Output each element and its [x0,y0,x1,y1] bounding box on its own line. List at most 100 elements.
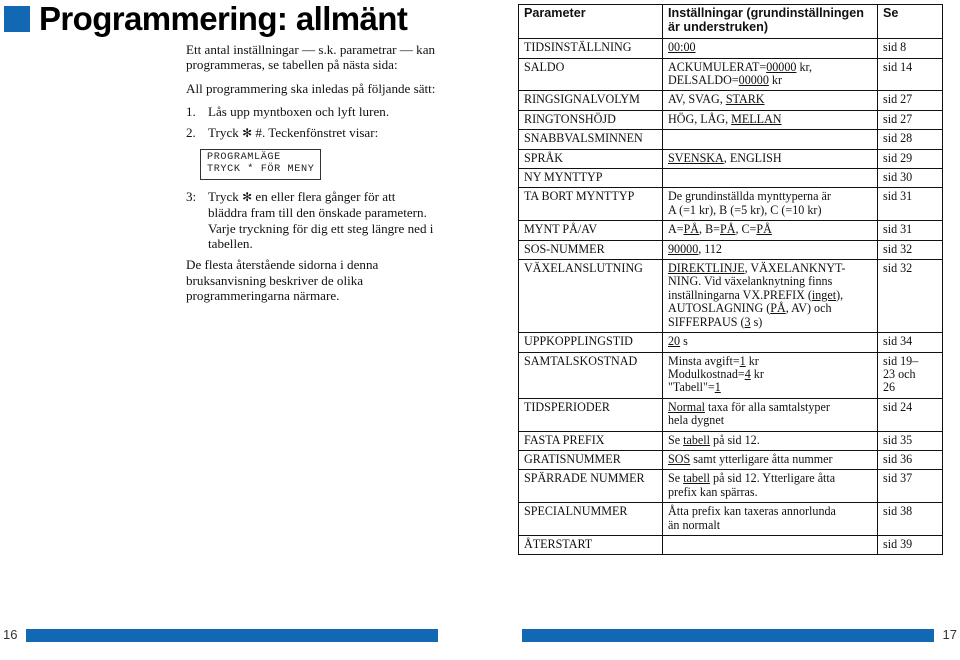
table-row: SAMTALSKOSTNAD Minsta avgift=1 kr Modulkos… [518,351,943,399]
step-number: 1. [186,103,196,119]
table-row: SALDO ACKUMULERAT=00000 kr, DELSALDO=00000… [518,57,943,92]
cell-settings: Se tabell på sid 12. Ytterligare åtta pre… [662,469,878,504]
page-number-right: 17 [942,627,957,642]
cell-see-page: sid 32 [877,239,943,261]
cell-settings [662,129,878,150]
intro-paragraph-2: All programmering ska inledas på följand… [186,80,436,96]
cell-parameter: SOS-NUMMER [518,239,663,261]
table-row: RINGTONSHÖJD HÖG, LÅG, MELLAN sid 27 [518,109,943,131]
table-header-row: Parameter Inställningar (grundinställnin… [518,3,943,40]
footer-rule-right [522,629,934,642]
cell-parameter: NY MYNTTYP [518,168,663,189]
table-row: UPPKOPPLINGSTID 20 s sid 34 [518,332,943,353]
cell-settings: SOS samt ytterligare åtta nummer [662,449,878,471]
intro-paragraph-1: Ett antal inställningar — s.k. parametra… [186,42,436,73]
cell-see-page: sid 27 [877,109,943,131]
cell-see-page: sid 35 [877,430,943,451]
table-row: MYNT PÅ/AV A=PÅ, B=PÅ, C=PÅ sid 31 [518,220,943,241]
list-item: 1. Lås upp myntboxen och lyft luren. [186,104,436,119]
cell-parameter: TA BORT MYNTTYP [518,187,663,222]
table-row: SNABBVALSMINNEN sid 28 [518,129,943,150]
cell-parameter: VÄXELANSLUTNING [518,259,663,334]
cell-parameter: SPRÅK [518,148,663,170]
cell-see-page: sid 29 [877,148,943,170]
footer-right: 17 [480,627,960,642]
table-row: ÅTERSTART sid 39 [518,534,943,556]
table-row: GRATISNUMMER SOS samt ytterligare åtta nu… [518,449,943,471]
cell-see-page: sid 38 [877,502,943,536]
table-row: TA BORT MYNTTYP De grundinställda mynttyp… [518,187,943,222]
step-text-before: Tryck [208,189,243,205]
list-item: 2. Tryck ✻ #. Teckenfönstret visar: [186,125,436,141]
cell-settings: 00:00 [662,38,878,59]
cell-settings: A=PÅ, B=PÅ, C=PÅ [662,220,878,241]
step-text-before: Tryck [208,125,243,141]
procedure-steps-continued: 3: Tryck ✻ en eller flera gånger för att… [186,189,436,251]
cell-see-page: sid 28 [877,129,943,150]
cell-settings: Normal taxa för alla samtalstyper hela dy… [662,397,878,432]
cell-settings: SVENSKA, ENGLISH [662,148,878,170]
cell-settings: AV, SVAG, STARK [662,90,878,111]
star-key-icon: ✻ [242,190,253,205]
page-number-left: 16 [3,627,18,642]
table-row: RINGSIGNALVOLYM AV, SVAG, STARK sid 27 [518,90,943,111]
star-key-icon: ✻ [242,126,253,141]
cell-settings [662,168,878,189]
cell-see-page: sid 37 [877,469,943,504]
cell-parameter: SALDO [518,57,663,92]
step-number: 3: [186,189,197,205]
cell-settings: De grundinställda mynttyperna är A (=1 kr… [662,187,878,222]
parameter-table: Parameter Inställningar (grundinställnin… [518,3,943,556]
cell-settings: Åtta prefix kan taxeras annorlunda än nor… [662,502,878,536]
cell-settings: ACKUMULERAT=00000 kr, DELSALDO=00000 kr [662,57,878,92]
cell-parameter: GRATISNUMMER [518,449,663,471]
table-row: SOS-NUMMER 90000, 112 sid 32 [518,239,943,261]
closing-paragraph: De flesta återstående sidorna i denna br… [186,257,379,303]
cell-settings: 20 s [662,332,878,353]
cell-see-page: sid 8 [877,38,943,59]
table-row: VÄXELANSLUTNING DIREKTLINJE, VÄXELANKNYT-… [518,259,943,334]
cell-see-page: sid 31 [877,187,943,222]
cell-parameter: MYNT PÅ/AV [518,220,663,241]
cell-settings: Se tabell på sid 12. [662,430,878,451]
cell-parameter: RINGSIGNALVOLYM [518,90,663,111]
cell-parameter: TIDSPERIODER [518,397,663,432]
table-row: SPÄRRADE NUMMER Se tabell på sid 12. Ytte… [518,469,943,504]
cell-see-page: sid 36 [877,449,943,471]
cell-settings [662,534,878,556]
table-row: TIDSINSTÄLLNING 00:00 sid 8 [518,38,943,59]
table-row: TIDSPERIODER Normal taxa för alla samtals… [518,397,943,432]
page-title: Programmering: allmänt [4,2,480,36]
cell-settings: HÖG, LÅG, MELLAN [662,109,878,131]
cell-see-page: sid 19– 23 och 26 [877,351,943,399]
cell-see-page: sid 30 [877,168,943,189]
cell-see-page: sid 31 [877,220,943,241]
procedure-steps: 1. Lås upp myntboxen och lyft luren. 2. … [186,104,436,142]
step-text: Lås upp myntboxen och lyft luren. [208,103,390,119]
cell-parameter: TIDSINSTÄLLNING [518,38,663,59]
cell-see-page: sid 24 [877,397,943,432]
cell-see-page: sid 39 [877,534,943,556]
intro-text-column: Ett antal inställningar — s.k. parametra… [186,42,436,310]
table-body: TIDSINSTÄLLNING 00:00 sid 8 SALDO ACKUMULERA… [518,38,943,556]
cell-parameter: SNABBVALSMINNEN [518,129,663,150]
step-number: 2. [186,125,196,141]
page-title-text: Programmering: allmänt [39,0,408,37]
footer-rule-left [26,629,438,642]
table-row: SPECIALNUMMER Åtta prefix kan taxeras ann… [518,502,943,536]
cell-parameter: FASTA PREFIX [518,430,663,451]
cell-see-page: sid 34 [877,332,943,353]
accent-square-icon [4,6,30,32]
step-text-after: #. Teckenfönstret visar: [252,125,379,141]
cell-see-page: sid 14 [877,57,943,92]
left-page: Programmering: allmänt Ett antal inställ… [0,0,480,660]
cell-parameter: RINGTONSHÖJD [518,109,663,131]
cell-see-page: sid 27 [877,90,943,111]
phone-display-box: PROGRAMLÄGE TRYCK * FÖR MENY [200,149,322,181]
column-header-settings: Inställningar (grundinställningen är und… [662,3,878,40]
table-row: SPRÅK SVENSKA, ENGLISH sid 29 [518,148,943,170]
cell-settings: 90000, 112 [662,239,878,261]
display-line-1: PROGRAMLÄGE [207,152,281,164]
column-header-parameter: Parameter [518,3,663,40]
table-row: NY MYNTTYP sid 30 [518,168,943,189]
